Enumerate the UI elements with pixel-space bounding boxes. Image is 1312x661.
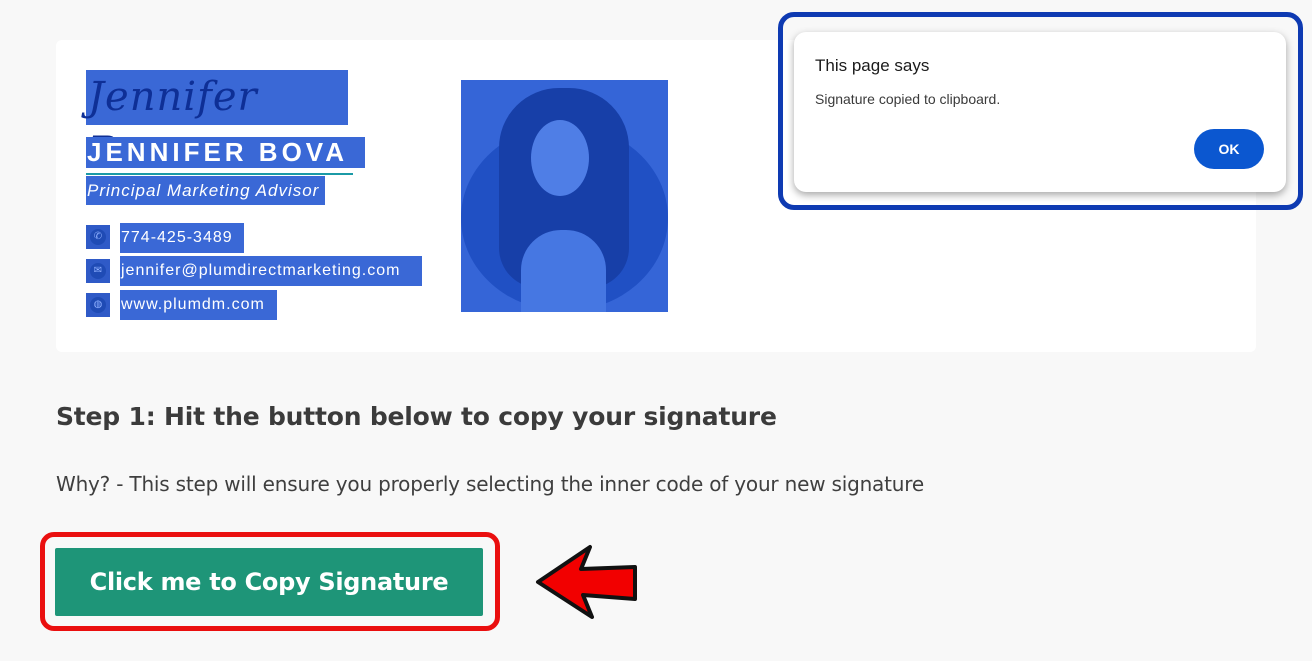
signature-script-name: Jennifer Bova (86, 70, 348, 175)
globe-icon: ◍ (86, 293, 110, 317)
dialog-title: This page says (815, 56, 930, 75)
alert-dialog: This page says Signature copied to clipb… (794, 32, 1286, 192)
signature-full-name: JENNIFER BOVA (86, 137, 365, 168)
phone-icon: ✆ (86, 225, 110, 249)
profile-photo (461, 80, 668, 312)
email-icon: ✉ (86, 259, 110, 283)
copy-signature-button[interactable]: Click me to Copy Signature (55, 548, 483, 616)
pointer-arrow-icon (536, 545, 637, 619)
step-heading: Step 1: Hit the button below to copy you… (56, 402, 777, 431)
name-divider (86, 173, 353, 175)
signature-website: www.plumdm.com (120, 290, 277, 320)
dialog-message: Signature copied to clipboard. (815, 91, 1001, 107)
signature-job-title: Principal Marketing Advisor (86, 176, 325, 205)
signature-email: jennifer@plumdirectmarketing.com (120, 256, 422, 286)
step-explanation: Why? - This step will ensure you properl… (56, 472, 924, 496)
ok-button[interactable]: OK (1194, 129, 1264, 169)
signature-phone: 774-425-3489 (120, 223, 244, 253)
